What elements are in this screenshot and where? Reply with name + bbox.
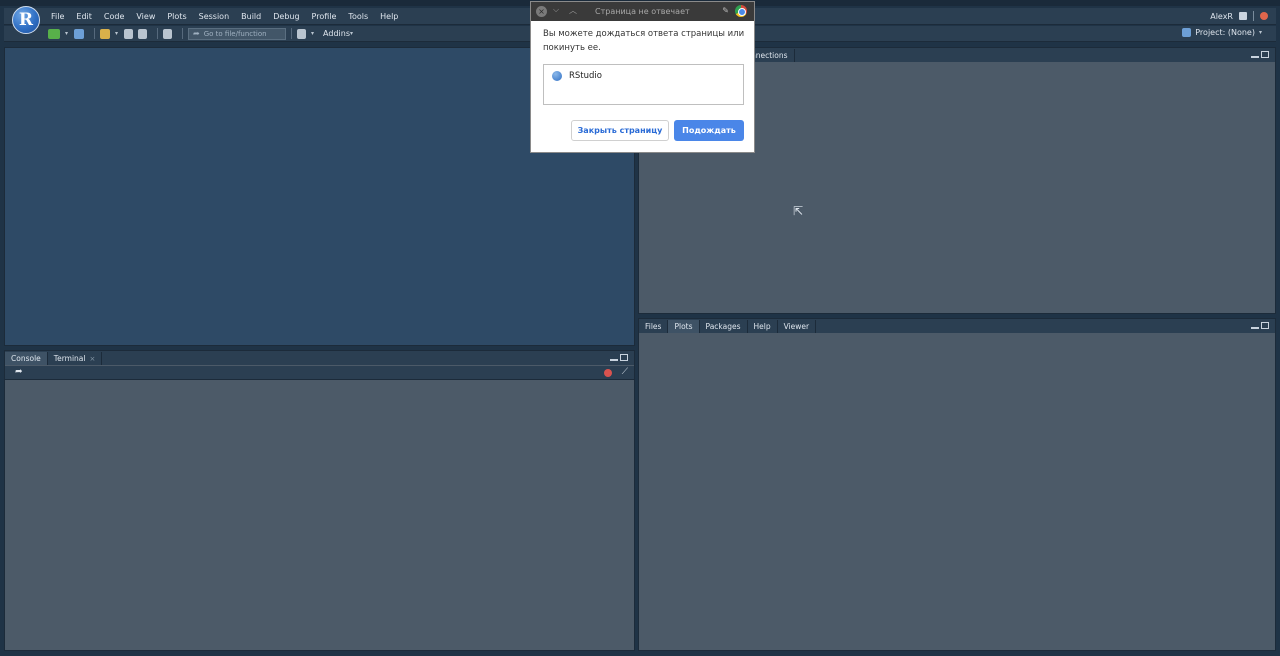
menu-edit[interactable]: Edit (76, 12, 92, 21)
console-pane: Console Terminal × ➦ ⟋ (4, 350, 635, 651)
console-tabbar: Console Terminal × (5, 351, 634, 365)
maximize-icon[interactable] (1261, 322, 1269, 329)
close-icon[interactable]: × (89, 355, 95, 363)
tab-label: Viewer (783, 322, 810, 331)
addins-menu[interactable]: Addins (323, 29, 350, 38)
wait-button[interactable]: Подождать (674, 120, 744, 141)
project-label: Project: (None) (1195, 28, 1255, 37)
list-item-label: RStudio (569, 71, 602, 81)
user-name: AlexR (1210, 11, 1233, 21)
open-project-icon[interactable] (74, 28, 85, 39)
new-file-icon[interactable] (48, 28, 60, 39)
menu-session[interactable]: Session (199, 12, 230, 21)
tab-files[interactable]: Files (639, 320, 669, 333)
tab-label: Console (11, 354, 41, 363)
list-item[interactable]: RStudio (552, 71, 602, 81)
minimize-icon[interactable] (1251, 51, 1259, 58)
chevron-down-icon[interactable]: ▾ (311, 30, 314, 37)
menu-plots[interactable]: Plots (167, 12, 186, 21)
dialog-message: Вы можете дождаться ответа страницы или … (543, 29, 745, 53)
broom-icon[interactable]: ⟋ (622, 367, 628, 377)
project-icon (1182, 28, 1192, 37)
grid-icon[interactable] (297, 28, 307, 39)
console-toolbar: ➦ ⟋ (5, 366, 634, 380)
save-icon[interactable] (124, 28, 134, 39)
go-icon[interactable]: ➦ (15, 367, 23, 377)
chrome-icon (735, 5, 747, 17)
mouse-cursor-icon: ⇱ (793, 204, 804, 218)
chevron-down-icon: ▾ (1258, 29, 1262, 36)
minimize-icon[interactable] (610, 354, 618, 361)
rstudio-icon (552, 71, 562, 81)
project-menu[interactable]: Project: (None) ▾ (1182, 28, 1268, 37)
minimize-icon[interactable]: ⌵ (553, 5, 559, 15)
goto-file-input[interactable]: ➦ Go to file/function (188, 27, 287, 40)
tab-console[interactable]: Console (5, 352, 48, 365)
menu-tools[interactable]: Tools (348, 12, 368, 21)
tab-label: Packages (705, 322, 741, 331)
chevron-down-icon[interactable]: ▾ (65, 30, 68, 37)
pane-window-controls (610, 354, 628, 361)
quit-icon[interactable] (1260, 12, 1268, 20)
tab-label: nnections (751, 51, 788, 60)
menu-view[interactable]: View (136, 12, 155, 21)
files-pane: Files Plots Packages Help Viewer (638, 318, 1276, 651)
minimize-icon[interactable] (1251, 322, 1259, 329)
menu-debug[interactable]: Debug (273, 12, 299, 21)
menu-file[interactable]: File (51, 12, 64, 21)
goto-placeholder: Go to file/function (203, 29, 267, 38)
files-tabbar: Files Plots Packages Help Viewer (639, 319, 1275, 333)
tab-terminal[interactable]: Terminal × (48, 352, 103, 365)
page-unresponsive-dialog: × ⌵ ︿ Страница не отвечает ✎ Вы можете д… (530, 1, 755, 153)
tab-packages[interactable]: Packages (700, 320, 748, 333)
tab-viewer[interactable]: Viewer (778, 320, 817, 333)
menu-build[interactable]: Build (241, 12, 261, 21)
goto-arrow-icon: ➦ (193, 29, 200, 38)
close-page-button[interactable]: Закрыть страницу (571, 120, 669, 141)
unresponsive-pages-list: RStudio (543, 64, 744, 105)
pane-window-controls (1251, 51, 1269, 58)
menu-items: File Edit Code View Plots Session Build … (51, 12, 410, 21)
divider (291, 28, 293, 39)
maximize-icon[interactable] (620, 354, 628, 361)
tab-label: Help (753, 322, 771, 331)
maximize-icon[interactable]: ︿ (569, 5, 577, 16)
menu-profile[interactable]: Profile (312, 12, 337, 21)
tab-label: Plots (674, 322, 693, 331)
divider (1253, 11, 1254, 21)
dialog-titlebar: × ⌵ ︿ Страница не отвечает ✎ (531, 2, 754, 21)
divider (94, 28, 96, 39)
dialog-title: Страница не отвечает (595, 7, 690, 16)
menu-code[interactable]: Code (104, 12, 124, 21)
divider (182, 28, 184, 39)
print-icon[interactable] (163, 28, 173, 39)
save-all-icon[interactable] (138, 28, 148, 39)
divider (157, 28, 159, 39)
close-icon[interactable]: × (536, 6, 547, 17)
menu-help[interactable]: Help (380, 12, 398, 21)
pane-window-controls (1251, 322, 1269, 329)
chevron-down-icon[interactable]: ▾ (115, 30, 118, 37)
stop-icon[interactable] (604, 369, 612, 377)
user-icon[interactable] (1239, 12, 1247, 20)
open-file-icon[interactable] (100, 28, 111, 39)
chevron-down-icon[interactable]: ▾ (350, 30, 353, 37)
pin-icon[interactable]: ✎ (722, 6, 729, 15)
tab-help[interactable]: Help (748, 320, 778, 333)
user-area: AlexR (1210, 11, 1268, 21)
tab-label: Terminal (53, 354, 86, 363)
rstudio-logo-icon: R (12, 6, 40, 34)
maximize-icon[interactable] (1261, 51, 1269, 58)
tab-plots[interactable]: Plots (668, 320, 700, 333)
tab-label: Files (645, 322, 662, 331)
